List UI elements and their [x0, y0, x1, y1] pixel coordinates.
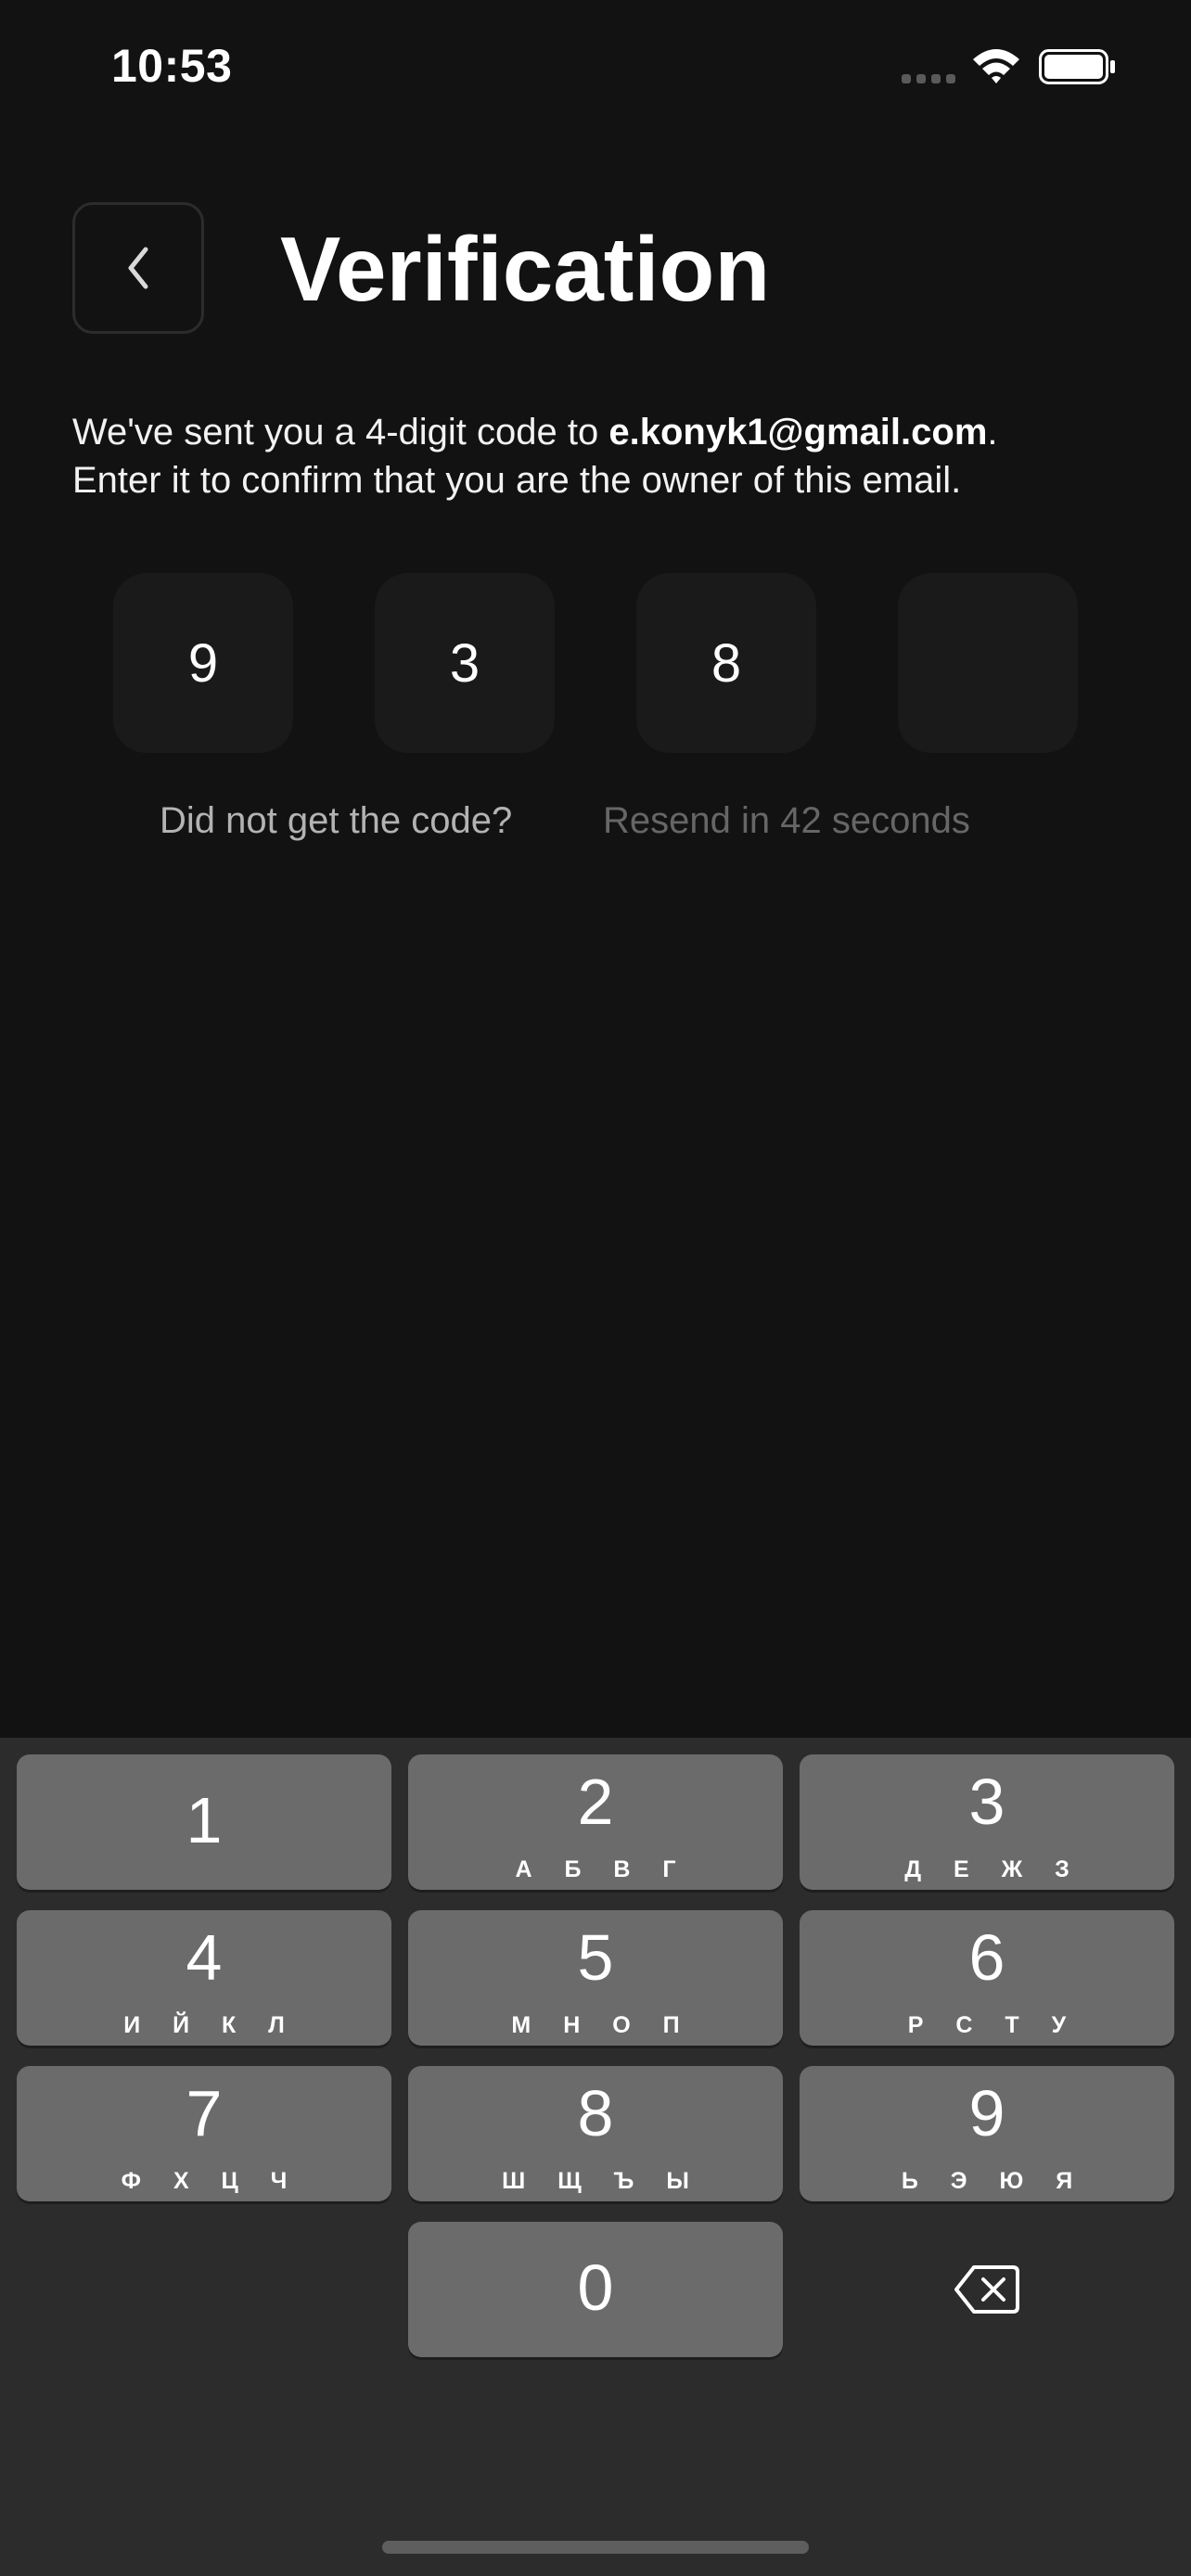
status-bar: 10:53: [0, 0, 1191, 130]
key-digit: 9: [968, 2077, 1005, 2149]
key-digit: 7: [186, 2077, 223, 2149]
key-digit: 1: [186, 1784, 223, 1856]
backspace-icon: [954, 2265, 1019, 2314]
description-line-1: We've sent you a 4-digit code to e.konyk…: [72, 408, 1130, 456]
key-3[interactable]: 3 Д Е Ж З: [800, 1754, 1174, 1890]
key-letters: Ь Э Ю Я: [901, 2168, 1086, 2194]
key-letters: И Й К Л: [123, 2012, 298, 2038]
description-line-2: Enter it to confirm that you are the own…: [72, 460, 962, 501]
back-button[interactable]: [72, 202, 204, 334]
code-digit-1[interactable]: 9: [113, 573, 293, 753]
resend-timer: Resend in 42 seconds: [603, 800, 970, 841]
key-digit: 0: [577, 2251, 614, 2324]
key-letters: Р С Т У: [907, 2012, 1080, 2038]
key-digit: 6: [968, 1921, 1005, 1994]
chevron-left-icon: [128, 247, 148, 289]
battery-icon: [1039, 49, 1115, 84]
key-digit: 3: [968, 1766, 1005, 1838]
email-address: e.konyk1@gmail.com: [608, 412, 988, 453]
wifi-icon: [973, 49, 1019, 83]
key-letters: М Н О П: [511, 2012, 693, 2038]
key-letters: А Б В Г: [515, 1856, 689, 1882]
status-time: 10:53: [111, 40, 233, 92]
code-digit-3[interactable]: 8: [636, 573, 816, 753]
key-5[interactable]: 5 М Н О П: [408, 1910, 783, 2046]
key-letters: Д Е Ж З: [904, 1856, 1082, 1882]
key-letters: Ф Х Ц Ч: [121, 2168, 301, 2194]
resend-question: Did not get the code?: [160, 800, 513, 841]
key-digit: 2: [577, 1766, 614, 1838]
code-digit-4[interactable]: [898, 573, 1078, 753]
key-2[interactable]: 2 А Б В Г: [408, 1754, 783, 1890]
key-9[interactable]: 9 Ь Э Ю Я: [800, 2066, 1174, 2201]
key-digit: 8: [577, 2077, 614, 2149]
key-letters: Ш Щ Ъ Ы: [502, 2168, 702, 2194]
key-digit: 4: [186, 1921, 223, 1994]
code-digit-2[interactable]: 3: [375, 573, 555, 753]
key-7[interactable]: 7 Ф Х Ц Ч: [17, 2066, 391, 2201]
key-6[interactable]: 6 Р С Т У: [800, 1910, 1174, 2046]
description-suffix: .: [987, 412, 998, 453]
key-4[interactable]: 4 И Й К Л: [17, 1910, 391, 2046]
numeric-keypad: 1 2 А Б В Г 3 Д Е Ж З 4 И Й К Л 5 М Н О …: [0, 1738, 1191, 2576]
key-0[interactable]: 0: [408, 2222, 783, 2357]
key-1[interactable]: 1: [17, 1754, 391, 1890]
resend-row: Did not get the code? Resend in 42 secon…: [0, 796, 1191, 846]
code-input-group: 9 3 8: [113, 573, 1078, 753]
key-digit: 5: [577, 1921, 614, 1994]
delete-key[interactable]: [800, 2222, 1174, 2357]
cellular-signal-icon: [902, 74, 957, 83]
description-prefix: We've sent you a 4-digit code to: [72, 412, 609, 453]
verification-description: We've sent you a 4-digit code to e.konyk…: [72, 408, 1130, 504]
key-8[interactable]: 8 Ш Щ Ъ Ы: [408, 2066, 783, 2201]
home-indicator[interactable]: [382, 2541, 809, 2554]
page-title: Verification: [280, 218, 771, 320]
